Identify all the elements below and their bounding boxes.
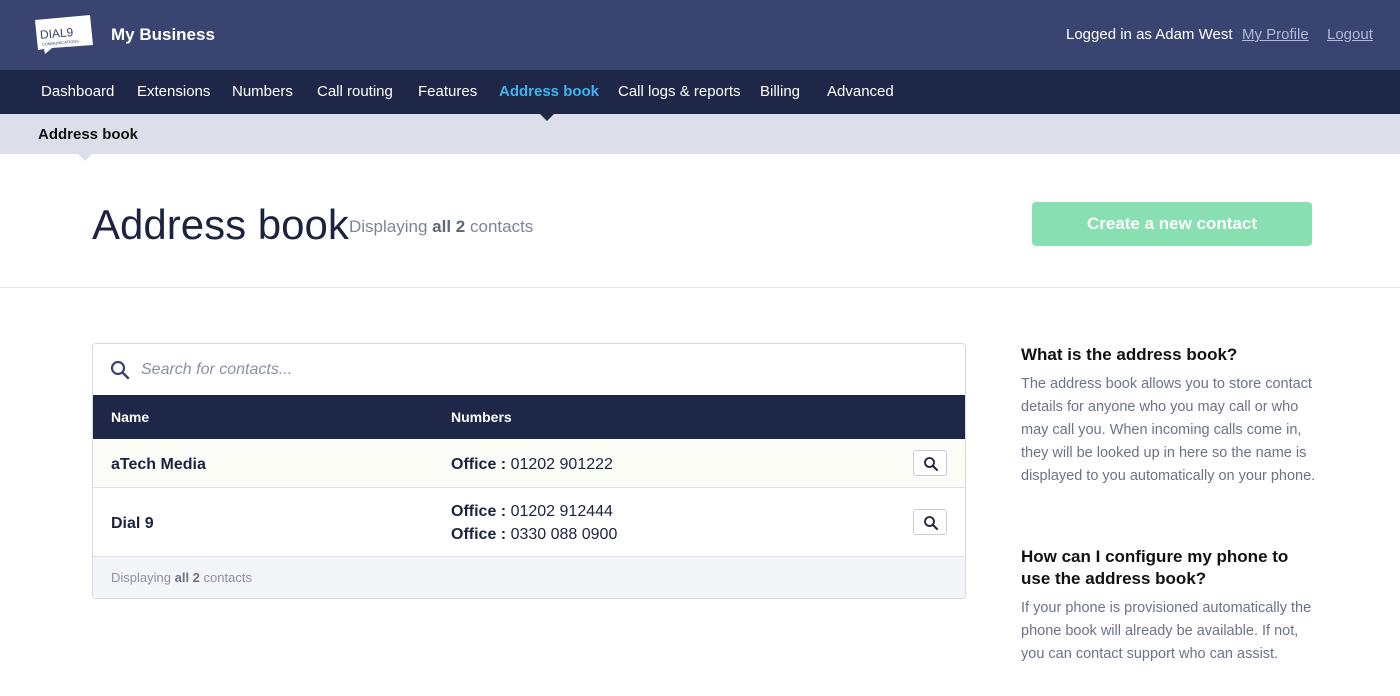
footer-count: Displaying all 2 contacts [111,570,252,586]
nav-call-routing[interactable]: Call routing [317,83,393,101]
divider [0,287,1400,288]
dial9-logo[interactable]: DIAL9 COMMUNICATIONS [32,14,96,54]
contact-number: Office : 01202 901222 [451,455,613,474]
nav-numbers[interactable]: Numbers [232,83,293,101]
help-text-configure: If your phone is provisioned automatical… [1021,600,1312,662]
table-row[interactable]: aTech Media Office : 01202 901222 [93,439,965,488]
magnifier-icon [924,457,938,471]
contact-count: Displaying all 2 contacts [349,217,533,237]
nav-billing[interactable]: Billing [760,83,800,101]
table-header: Name Numbers [93,395,965,439]
contact-number: Office : 0330 088 0900 [451,525,617,544]
contact-name: Dial 9 [111,515,154,532]
search-icon [110,360,130,380]
number-label: Office : [451,503,507,520]
page-title: Address book [92,201,349,248]
column-name: Name [111,409,150,425]
nav-extensions[interactable]: Extensions [137,83,210,101]
nav-features[interactable]: Features [418,83,477,101]
logged-in-label: Logged in as Adam West [1066,26,1233,43]
nav-call-logs-reports[interactable]: Call logs & reports [618,83,741,101]
contact-number: Office : 01202 912444 [451,502,613,521]
number-value: 01202 901222 [510,456,613,473]
help-text-what: The address book allows you to store con… [1021,376,1316,484]
search-input[interactable] [141,356,941,384]
logout-link[interactable]: Logout [1327,26,1373,44]
nav-advanced[interactable]: Advanced [827,83,894,101]
table-row[interactable]: Dial 9 Office : 01202 912444 Office : 03… [93,488,965,557]
sub-nav [0,114,1400,154]
search-row [93,344,965,395]
count-bold: all 2 [432,217,466,236]
sub-nav-indicator [78,154,92,161]
count-prefix: Displaying [349,217,428,236]
number-value: 0330 088 0900 [510,526,618,543]
number-label: Office : [451,526,507,543]
footer-prefix: Displaying [111,570,171,585]
footer-bold: all 2 [174,570,200,585]
help-heading-what: What is the address book? [1021,345,1238,364]
column-numbers: Numbers [451,409,512,425]
business-title: My Business [111,25,215,44]
nav-address-book[interactable]: Address book [499,83,599,101]
table-footer: Displaying all 2 contacts [93,557,965,598]
nav-dashboard[interactable]: Dashboard [41,83,114,101]
create-contact-button[interactable]: Create a new contact [1032,202,1312,246]
number-label: Office : [451,456,507,473]
contacts-table: Name Numbers aTech Media Office : 01202 … [92,343,966,599]
help-heading-configure: How can I configure my phone to use the … [1021,547,1289,588]
footer-suffix: contacts [203,570,252,585]
magnifier-icon [924,516,938,530]
contact-name: aTech Media [111,456,206,473]
my-profile-link[interactable]: My Profile [1242,26,1309,44]
view-contact-button[interactable] [913,450,947,476]
sub-nav-address-book[interactable]: Address book [38,126,138,144]
main-nav: Dashboard Extensions Numbers Call routin… [0,70,1400,114]
count-suffix: contacts [470,217,534,236]
number-value: 01202 912444 [510,503,613,520]
view-contact-button[interactable] [913,509,947,535]
active-nav-indicator [540,114,554,121]
